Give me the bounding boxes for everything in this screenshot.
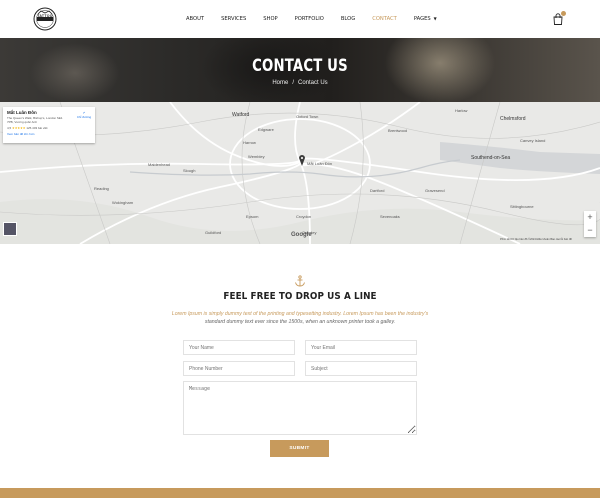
- map-place-label: Harlow: [455, 108, 468, 113]
- nav-item-pages-label: PAGES: [413, 16, 431, 22]
- map-zoom-controls: + −: [584, 211, 596, 237]
- zoom-out-button[interactable]: −: [584, 224, 596, 237]
- star-icons: ★★★★★: [12, 125, 26, 130]
- breadcrumb-current: Contact Us: [298, 80, 328, 86]
- submit-button[interactable]: SUBMIT: [270, 440, 329, 457]
- name-field[interactable]: [183, 340, 295, 355]
- breadcrumb-home-link[interactable]: Home: [272, 80, 288, 86]
- map-place-label: Wembley: [248, 154, 265, 159]
- rating-value: 4,5: [7, 125, 12, 130]
- anchor-icon: [295, 275, 305, 287]
- map-place-label: Edgware: [258, 127, 274, 132]
- site-header: TATTOO ABOUT SERVICES SHOP PORTFOLIO BLO…: [0, 0, 600, 38]
- map-place-label: Gravesend: [425, 188, 445, 193]
- message-field[interactable]: [183, 381, 417, 435]
- map-place-label: Dartford: [370, 188, 385, 193]
- directions-button[interactable]: ↱ Chỉ đường: [76, 111, 92, 119]
- larger-map-link[interactable]: Xem bản đồ lớn hơn: [7, 132, 91, 136]
- place-rating: 4,5 ★★★★★ 125.403 bài viết: [7, 126, 91, 130]
- map-place-label: Reading: [94, 186, 109, 191]
- phone-field[interactable]: [183, 361, 295, 376]
- map-place-label: Brentwood: [388, 128, 408, 133]
- nav-item-shop[interactable]: SHOP: [263, 16, 277, 22]
- breadcrumb-separator: /: [292, 80, 294, 86]
- caret-down-icon: ▼: [433, 16, 437, 21]
- map-pin-label: Mắt Luân Đôn: [307, 161, 333, 166]
- directions-label: Chỉ đường: [76, 115, 92, 119]
- zoom-in-button[interactable]: +: [584, 211, 596, 224]
- section-description: Lorem Ipsum is simply dummy text of the …: [170, 310, 430, 326]
- map-place-label: Wokingham: [112, 200, 134, 205]
- main-nav: ABOUT SERVICES SHOP PORTFOLIO BLOG CONTA…: [186, 16, 454, 22]
- place-info-card: Mắt Luân Đôn The Queen's Walk, Bishop's,…: [3, 107, 95, 143]
- logo-text: TATTOO: [37, 14, 53, 18]
- map-place-label: Oxford Town: [296, 114, 319, 119]
- map-place-label: Canvey Island: [520, 138, 546, 143]
- map-place-label: Southend-on-Sea: [471, 155, 511, 161]
- map-place-label: Croydon: [296, 214, 312, 219]
- nav-item-contact[interactable]: CONTACT: [372, 16, 397, 22]
- map-place-label: Harrow: [243, 140, 256, 145]
- section-title: FEEL FREE TO DROP US A LINE: [223, 291, 377, 302]
- map-type-toggle[interactable]: [3, 222, 17, 236]
- map-place-label: Slough: [183, 168, 196, 173]
- description-rest: standard dummy text ever since the 1500s…: [204, 319, 396, 325]
- map-attribution[interactable]: Phím tắt Dữ liệu bản đồ ©2024 Điều khoản…: [500, 238, 572, 241]
- review-count[interactable]: 125.403 bài viết: [26, 126, 47, 130]
- logo-icon[interactable]: [32, 6, 58, 32]
- nav-item-about[interactable]: ABOUT: [186, 16, 204, 22]
- map-place-label: Chelmsford: [500, 116, 526, 122]
- google-map[interactable]: Watford Oxford Town Harlow Chelmsford Ed…: [0, 102, 600, 244]
- place-address: The Queen's Walk, Bishop's, London SE1 7…: [7, 116, 63, 124]
- description-highlight: Lorem Ipsum is simply dummy text of the …: [171, 311, 429, 317]
- map-place-label: Sevenoaks: [380, 214, 400, 219]
- breadcrumb: Home / Contact Us: [0, 80, 600, 86]
- map-place-label: Sittingbourne: [510, 204, 534, 209]
- page-title: CONTACT US: [252, 56, 348, 76]
- nav-item-pages[interactable]: PAGES ▼: [414, 16, 437, 22]
- nav-item-services[interactable]: SERVICES: [221, 16, 246, 22]
- map-place-label: Maidenhead: [148, 162, 171, 167]
- nav-item-portfolio[interactable]: PORTFOLIO: [295, 16, 324, 22]
- cart-count-badge: [561, 11, 566, 16]
- nav-item-blog[interactable]: BLOG: [341, 16, 355, 22]
- subject-field[interactable]: [305, 361, 417, 376]
- map-place-label: Guildford: [205, 230, 222, 235]
- google-logo: Google: [291, 232, 312, 238]
- map-place-label: Epsom: [246, 214, 259, 219]
- email-field[interactable]: [305, 340, 417, 355]
- map-place-label: Watford: [232, 112, 250, 118]
- footer-bar: [0, 488, 600, 498]
